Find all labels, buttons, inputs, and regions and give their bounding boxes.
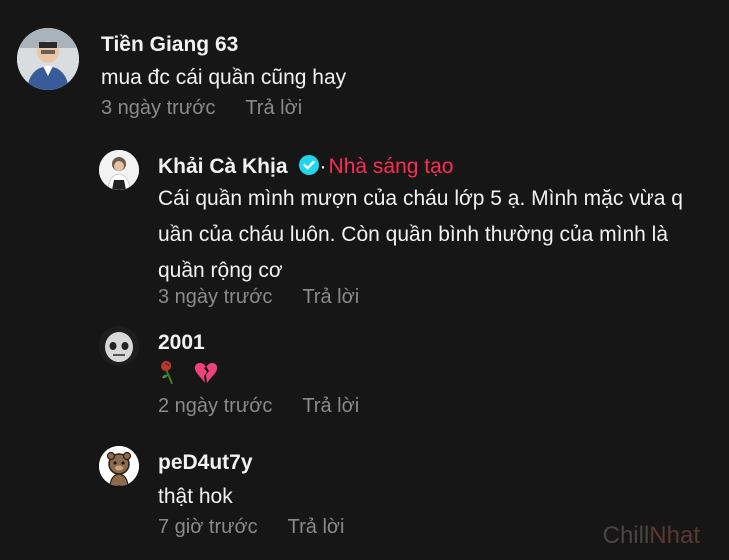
avatar-photo-icon [99, 150, 139, 190]
comment-username[interactable]: 2001 [158, 331, 205, 355]
comment-meta: 7 giờ trước Trả lời [158, 516, 344, 539]
wilted-rose-emoji [158, 360, 184, 396]
comment-item: Tiền Giang 63 mua đc cái quần cũng hay 3… [0, 0, 729, 130]
watermark-part-2: Nhat [649, 522, 700, 549]
comment-text-line: Cái quần mình mượn của cháu lớp 5 ạ. Mìn… [158, 187, 683, 210]
comment-text-line: quần rộng cơ [158, 259, 283, 282]
avatar[interactable] [17, 28, 79, 90]
comment-meta: 2 ngày trước Trả lời [158, 395, 359, 418]
comment-username[interactable]: Tiền Giang 63 [101, 33, 238, 57]
avatar-photo-icon [99, 326, 139, 366]
comments-panel: Tiền Giang 63 mua đc cái quần cũng hay 3… [0, 0, 729, 560]
reply-item: 2001 2 ngày trước Trả lời [0, 320, 729, 425]
creator-username[interactable]: Khải Cà Khịa [158, 155, 288, 178]
comment-timestamp: 3 ngày trước [158, 286, 273, 308]
creator-badge: Nhà sáng tạo [328, 155, 454, 178]
reply-button[interactable]: Trả lời [302, 395, 359, 417]
comment-timestamp: 3 ngày trước [101, 97, 216, 119]
avatar[interactable] [99, 446, 139, 486]
verified-badge-icon [298, 154, 320, 182]
reply-button[interactable]: Trả lời [245, 97, 302, 119]
comment-text: Cái quần mình mượn của cháu lớp 5 ạ. Mìn… [158, 181, 728, 289]
comment-text: mua đc cái quần cũng hay [101, 66, 347, 89]
reply-item: Khải Cà Khịa ·Nhà sáng tạo Cái quần mình … [0, 140, 729, 315]
reply-button[interactable]: Trả lời [302, 286, 359, 308]
separator-dot: · [319, 155, 327, 178]
avatar[interactable] [99, 150, 139, 190]
comment-timestamp: 2 ngày trước [158, 395, 273, 417]
broken-heart-emoji [194, 360, 218, 396]
avatar-photo-icon [99, 446, 139, 486]
comment-meta: 3 ngày trước Trả lời [158, 286, 359, 309]
comment-meta: 3 ngày trước Trả lời [101, 97, 302, 120]
comment-emojis [158, 360, 218, 396]
comment-text: thật hok [158, 485, 233, 508]
comment-username: Khải Cà Khịa ·Nhà sáng tạo [158, 154, 453, 182]
comment-text-line: uần của cháu luôn. Còn quần bình thường … [158, 223, 669, 246]
reply-button[interactable]: Trả lời [288, 516, 345, 538]
watermark-logo: ChillNhat [603, 522, 700, 550]
avatar[interactable] [99, 326, 139, 366]
watermark-part-1: Chill [602, 522, 650, 549]
avatar-photo-icon [17, 28, 79, 90]
comment-username[interactable]: peD4ut7y [158, 451, 253, 475]
comment-timestamp: 7 giờ trước [158, 516, 258, 538]
